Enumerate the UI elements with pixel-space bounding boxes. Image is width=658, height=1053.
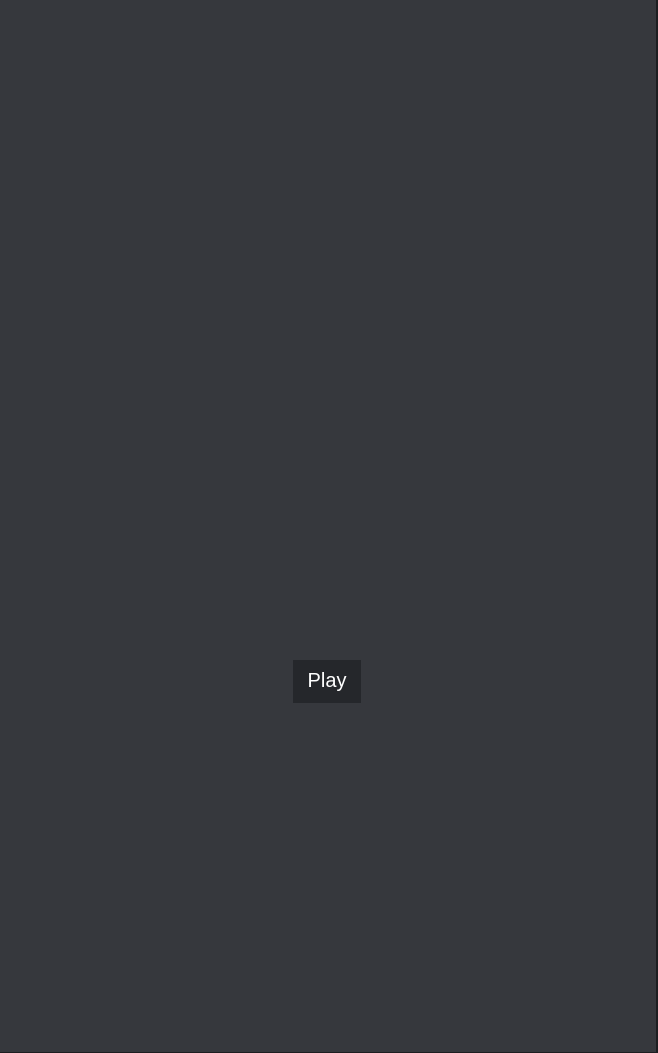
game-viewport: Play <box>0 0 656 1052</box>
play-button[interactable]: Play <box>293 660 361 703</box>
